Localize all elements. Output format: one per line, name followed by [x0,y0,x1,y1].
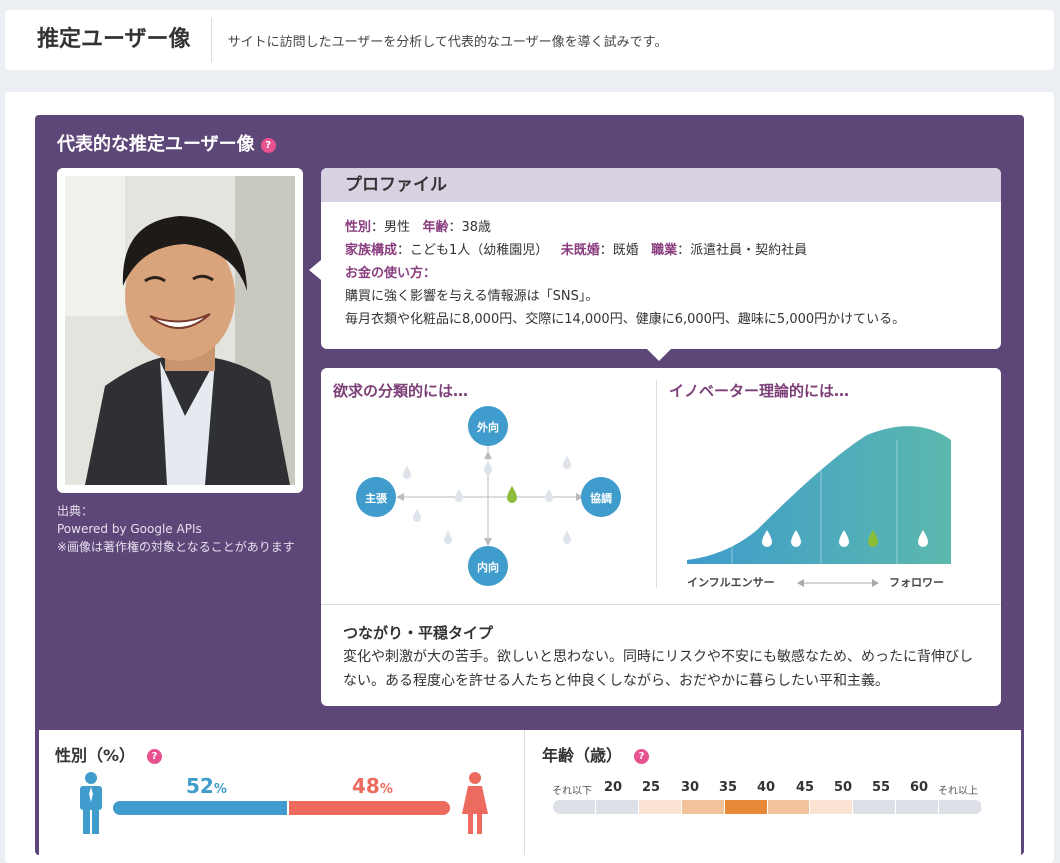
job-value: ：派遣社員・契約社員 [677,243,808,258]
section-title: 代表的な推定ユーザー像? [57,130,276,156]
innovator-right-label: フォロワー [889,576,944,589]
age-help-icon[interactable]: ? [634,749,650,764]
age-segment [896,800,940,814]
age-tick-label: 20 [604,780,623,795]
age-tick-label: 40 [757,780,776,795]
gender-label: 性別 [345,220,372,235]
needs-title: 欲求の分類的には… [333,382,469,400]
age-segment [681,800,725,814]
gender-value: ：男性 [371,220,411,235]
persona-marker-icon [507,486,517,503]
gender-bar [113,801,450,815]
female-pct-unit: % [379,782,393,797]
gender-stats-title: 性別（%）? [55,742,163,766]
profile-pointer-down [647,349,671,361]
age-tick-label: 55 [872,780,891,795]
profile-line-basic: 性別：男性 年齢：38歳 [345,216,1001,239]
male-pct-value: 52 [186,774,214,798]
analysis-card: 欲求の分類的には… イノベーター理論的には… 外向 内向 主張 協調 インフルエ… [321,368,1001,706]
age-above-label: それ以上 [938,786,978,797]
married-label: 未既婚 [560,243,600,258]
age-segment [767,800,811,814]
page-header: 推定ユーザー像 サイトに訪問したユーザーを分析して代表的なユーザー像を導く試みで… [5,10,1054,70]
age-tick-label: 25 [642,780,661,795]
type-description: 変化や刺激が大の苦手。欲しいと思わない。同時にリスクや不安にも敏感なため、めった… [343,649,973,689]
persona-portrait-illustration [65,176,295,485]
married-value: ：既婚 [599,243,639,258]
age-stats-title-text: 年齢（歳） [542,746,623,765]
needs-left-label: 主張 [365,492,387,505]
profile-pointer [309,260,321,280]
type-divider [321,604,1001,605]
female-icon [462,772,488,834]
male-bar [113,801,287,815]
age-below-label: それ以下 [552,786,592,797]
age-label: 年齢 [422,220,449,235]
age-stats-title: 年齢（歳）? [542,742,650,766]
age-tick-label: 35 [719,780,738,795]
age-segment [810,800,854,814]
job-label: 職業 [651,243,678,258]
age-segment [595,800,639,814]
needs-top-label: 外向 [477,421,499,434]
credit-source-label: 出典： [57,504,94,518]
page-title: 推定ユーザー像 [5,18,212,62]
analysis-divider [656,380,657,588]
age-tick-label: 45 [796,780,815,795]
male-icon [80,772,102,834]
age-segment [724,800,768,814]
profile-heading: プロファイル [321,168,1001,202]
age-tick-label: 30 [681,780,700,795]
gender-stats-title-text: 性別（%） [55,746,136,765]
gender-stats: 性別（%）? [39,730,525,855]
innovator-left-label: インフルエンサー [687,576,775,589]
section-title-text: 代表的な推定ユーザー像 [57,134,255,155]
money-label: お金の使い方： [345,266,437,281]
profile-card: プロファイル 性別：男性 年齢：38歳 家族構成：こども1人（幼稚園児） 未既婚… [309,168,1001,361]
credit-copyright-note: ※画像は著作権の対象となることがあります [57,540,295,554]
family-label: 家族構成 [345,243,398,258]
gender-help-icon[interactable]: ? [147,749,163,764]
page-description: サイトに訪問したユーザーを分析して代表的なユーザー像を導く試みです。 [227,34,668,50]
age-value: ：38歳 [448,220,491,235]
innovator-curve-chart [687,426,951,564]
innovator-title: イノベーター理論的には… [669,382,850,400]
family-value: ：こども1人（幼稚園児） [397,243,549,258]
needs-right-label: 協調 [590,492,612,505]
age-segment [638,800,682,814]
photo-credit: 出典： Powered by Google APIs ※画像は著作権の対象となる… [57,502,295,556]
female-pct-value: 48 [352,774,380,798]
male-pct-unit: % [213,782,227,797]
age-segment [853,800,897,814]
age-distribution-bar [553,800,982,814]
persona-photo [65,176,295,485]
female-bar [289,801,450,815]
credit-powered-by: Powered by Google APIs [57,522,202,536]
profile-line-family: 家族構成：こども1人（幼稚園児） 未既婚：既婚 職業：派遣社員・契約社員 [345,239,1001,262]
needs-bottom-label: 内向 [477,561,499,574]
age-segment [553,800,596,814]
female-percentage: 48% [352,774,393,798]
age-tick-label: 60 [910,780,929,795]
male-percentage: 52% [186,774,227,798]
money-line-2: 毎月衣類や化粧品に8,000円、交際に14,000円、健康に6,000円、趣味に… [345,312,906,327]
age-segment [939,800,982,814]
innovator-arrow-icon [797,573,879,587]
help-icon[interactable]: ? [260,138,276,153]
persona-photo-frame [57,168,303,493]
profile-body: 性別：男性 年齢：38歳 家族構成：こども1人（幼稚園児） 未既婚：既婚 職業：… [321,202,1001,331]
money-line-1: 購買に強く影響を与える情報源は「SNS」。 [345,289,599,304]
age-tick-label: 50 [834,780,853,795]
type-title: つながり・平穏タイプ [343,624,494,642]
